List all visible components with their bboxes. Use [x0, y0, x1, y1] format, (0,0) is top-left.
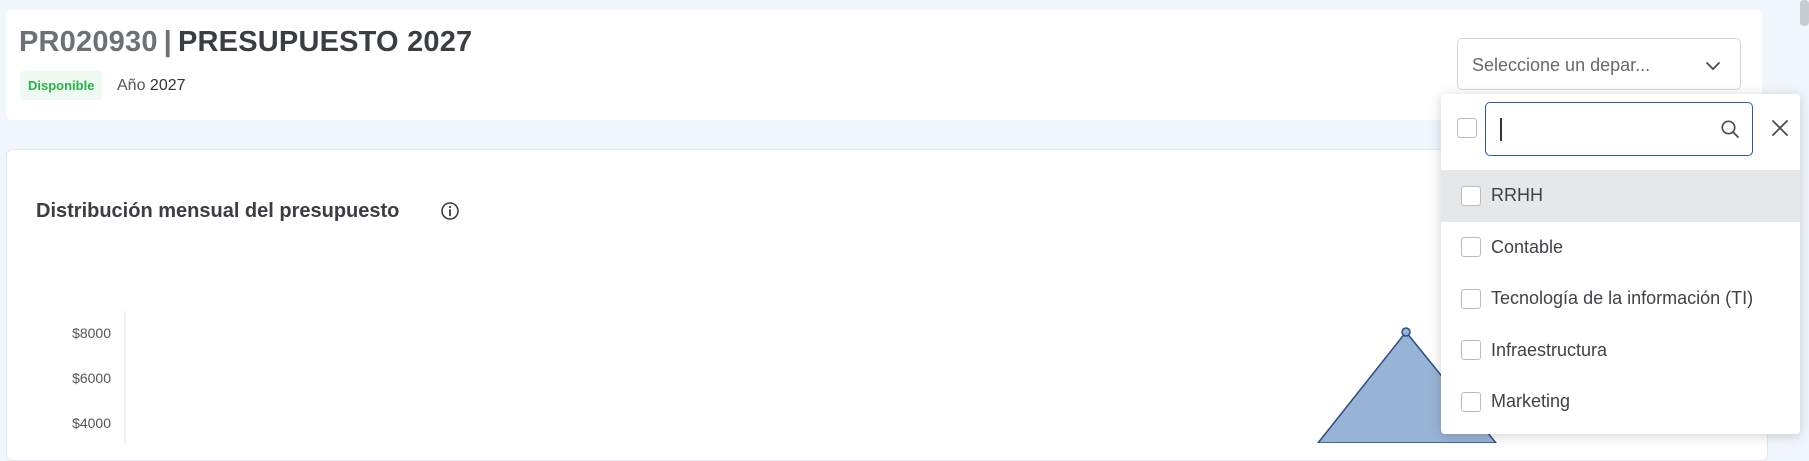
option-label: Infraestructura [1491, 339, 1608, 360]
department-options-list: RRHH Contable Tecnología de la información… [1441, 170, 1800, 428]
dropdown-search-box[interactable] [1485, 102, 1753, 156]
dropdown-search-input[interactable] [1496, 113, 1710, 145]
option-checkbox[interactable] [1461, 340, 1481, 361]
dropdown-option[interactable]: Tecnología de la información (TI) [1441, 273, 1800, 325]
option-checkbox[interactable] [1461, 288, 1481, 309]
option-label: RRHH [1491, 185, 1543, 206]
option-label: Contable [1491, 236, 1564, 257]
close-icon[interactable] [1770, 118, 1790, 138]
y-tick-label: $8000 [72, 325, 111, 341]
y-tick-label: $6000 [72, 370, 111, 386]
dropdown-option[interactable]: Infraestructura [1441, 325, 1800, 377]
select-all-checkbox[interactable] [1457, 118, 1477, 138]
dropdown-option[interactable]: Marketing [1441, 376, 1800, 428]
option-checkbox[interactable] [1461, 237, 1481, 258]
department-dropdown: RRHH Contable Tecnología de la información… [1441, 94, 1800, 434]
dropdown-option[interactable]: Contable [1441, 222, 1800, 274]
option-label: Marketing [1491, 391, 1571, 412]
option-label: Tecnología de la información (TI) [1491, 288, 1754, 309]
option-checkbox[interactable] [1461, 185, 1481, 206]
y-tick-label: $4000 [72, 415, 111, 431]
option-checkbox[interactable] [1461, 391, 1481, 412]
search-icon[interactable] [1720, 119, 1740, 139]
peak-data-point [1401, 327, 1411, 337]
dropdown-option[interactable]: RRHH [1441, 170, 1800, 222]
page-scrollbar-thumb[interactable] [1800, 0, 1809, 26]
